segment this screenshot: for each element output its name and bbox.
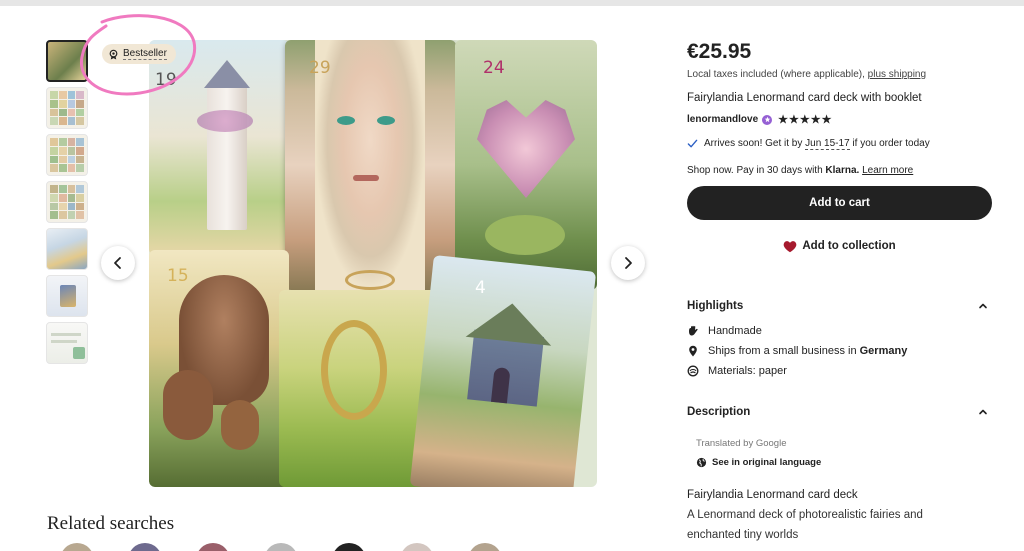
previous-image-button[interactable] xyxy=(101,246,135,280)
card-heart xyxy=(455,40,597,290)
card-number-24: 24 xyxy=(483,58,505,78)
add-to-collection-button[interactable]: Add to collection xyxy=(687,235,992,257)
arrives-dates[interactable]: Jun 15-17 xyxy=(805,138,850,150)
star-seller-icon xyxy=(762,114,773,125)
klarna-learn-more-link[interactable]: Learn more xyxy=(862,165,913,176)
materials-icon xyxy=(687,365,699,377)
related-searches-title: Related searches xyxy=(47,513,175,534)
delivery-estimate: Arrives soon! Get it by Jun 15-17 if you… xyxy=(687,138,930,150)
shop-name-link[interactable]: lenormandlove xyxy=(687,114,758,125)
related-search-item[interactable] xyxy=(400,543,434,551)
thumbnail-4[interactable] xyxy=(46,181,88,223)
related-search-item[interactable] xyxy=(196,543,230,551)
description-header[interactable]: Description xyxy=(687,401,992,423)
klarna-brand: Klarna. xyxy=(825,165,860,176)
next-image-button[interactable] xyxy=(611,246,645,280)
price: €25.95 xyxy=(687,40,752,63)
heart-icon xyxy=(784,240,797,252)
description-line-2: A Lenormand deck of photorealistic fairi… xyxy=(687,509,923,521)
highlights-title: Highlights xyxy=(687,300,744,312)
rating-stars[interactable]: ★★★★★ xyxy=(778,113,832,126)
chevron-right-icon xyxy=(625,257,632,269)
related-search-item[interactable] xyxy=(468,543,502,551)
thumbnail-1[interactable] xyxy=(46,40,88,82)
thumbnail-6[interactable] xyxy=(46,275,88,317)
card-number-29: 29 xyxy=(309,58,331,78)
card-number-19: 19 xyxy=(155,70,177,90)
thumbnail-2[interactable] xyxy=(46,87,88,129)
translated-by-google: Translated by Google xyxy=(696,438,787,449)
card-cottage xyxy=(409,255,597,487)
thumbnail-strip xyxy=(46,40,90,369)
bestseller-label: Bestseller xyxy=(123,48,167,60)
description-title: Description xyxy=(687,406,751,418)
see-original-language-label: See in original language xyxy=(712,457,822,468)
related-search-item[interactable] xyxy=(60,543,94,551)
highlight-materials: Materials: paper xyxy=(687,365,787,377)
shop-row: lenormandlove ★★★★★ xyxy=(687,113,832,126)
related-search-item[interactable] xyxy=(264,543,298,551)
thumbnail-3[interactable] xyxy=(46,134,88,176)
location-pin-icon xyxy=(689,345,697,357)
chevron-left-icon xyxy=(114,257,121,269)
highlight-ships-prefix: Ships from a small business in xyxy=(708,345,857,357)
highlight-ships-country: Germany xyxy=(859,345,908,357)
card-number-15: 15 xyxy=(167,266,189,286)
bestseller-badge[interactable]: Bestseller xyxy=(102,44,176,64)
chevron-up-icon xyxy=(979,303,987,309)
arrives-prefix: Arrives soon! Get it by xyxy=(704,138,803,149)
thumbnail-7[interactable] xyxy=(46,322,88,364)
description-line-1: Fairylandia Lenormand card deck xyxy=(687,489,858,501)
add-to-collection-label: Add to collection xyxy=(802,240,896,252)
related-search-item[interactable] xyxy=(128,543,162,551)
related-search-item[interactable] xyxy=(332,543,366,551)
main-product-image: 19 29 24 15 4 xyxy=(149,40,597,487)
product-title: Fairylandia Lenormand card deck with boo… xyxy=(687,92,922,104)
klarna-note: Shop now. Pay in 30 days with Klarna. Le… xyxy=(687,165,913,176)
description-line-3: enchanted tiny worlds xyxy=(687,529,799,541)
thumbnail-5[interactable] xyxy=(46,228,88,270)
hand-icon xyxy=(689,325,698,336)
globe-icon xyxy=(696,457,707,468)
arrives-suffix: if you order today xyxy=(852,138,930,149)
tax-note-text: Local taxes included (where applicable), xyxy=(687,69,865,80)
top-divider xyxy=(0,0,1024,6)
tax-note: Local taxes included (where applicable),… xyxy=(687,69,926,80)
highlight-ships-from: Ships from a small business in Germany xyxy=(687,345,907,357)
highlight-handmade: Handmade xyxy=(687,325,762,337)
highlight-handmade-text: Handmade xyxy=(708,325,762,337)
add-to-cart-button[interactable]: Add to cart xyxy=(687,186,992,220)
award-badge-icon xyxy=(109,49,118,60)
shipping-link[interactable]: plus shipping xyxy=(868,69,926,80)
chevron-up-icon xyxy=(979,409,987,415)
card-number-4: 4 xyxy=(475,278,486,298)
checkmark-icon xyxy=(687,139,698,148)
see-original-language-link[interactable]: See in original language xyxy=(696,457,821,468)
highlights-header[interactable]: Highlights xyxy=(687,295,992,317)
klarna-prefix: Shop now. Pay in 30 days with xyxy=(687,165,823,176)
related-searches-row xyxy=(60,543,530,551)
highlight-materials-text: Materials: paper xyxy=(708,365,787,377)
